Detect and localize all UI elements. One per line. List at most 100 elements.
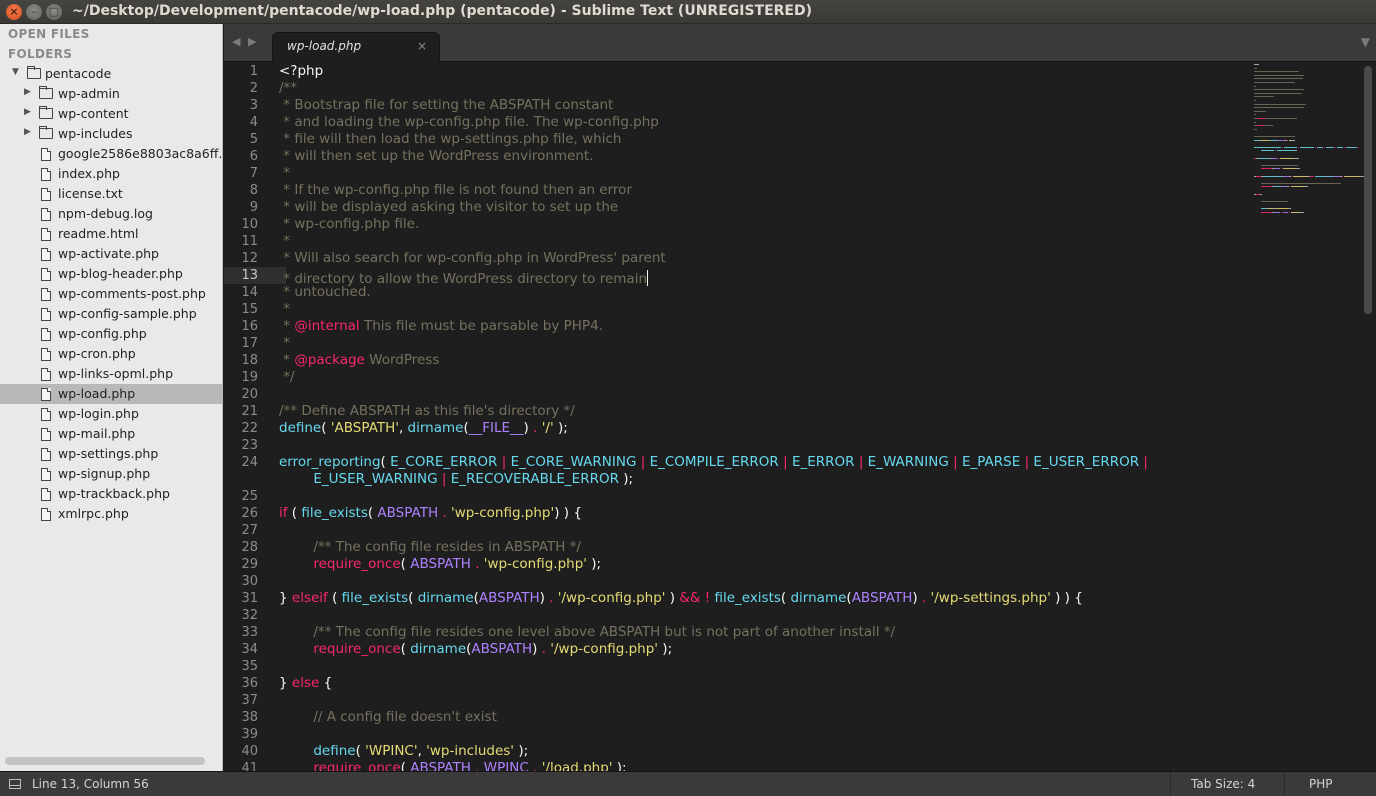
code-line[interactable]: * @package WordPress [279, 352, 439, 369]
sidebar-file[interactable]: npm-debug.log [0, 204, 222, 224]
window-maximize-button[interactable]: □ [46, 4, 62, 20]
file-icon [41, 488, 51, 501]
sidebar-file[interactable]: wp-login.php [0, 404, 222, 424]
sidebar-file[interactable]: wp-comments-post.php [0, 284, 222, 304]
tab-wp-load[interactable]: wp-load.php × [272, 32, 440, 62]
syntax-selector[interactable]: PHP [1284, 772, 1376, 796]
code-line[interactable]: E_USER_WARNING | E_RECOVERABLE_ERROR ); [279, 471, 633, 488]
code-line[interactable]: require_once( ABSPATH . 'wp-config.php' … [279, 556, 601, 573]
minimap-line [1310, 175, 1314, 177]
sidebar-scrollbar[interactable] [5, 757, 205, 765]
window-close-button[interactable]: × [6, 4, 22, 20]
sidebar-file[interactable]: wp-trackback.php [0, 484, 222, 504]
sidebar-file[interactable]: index.php [0, 164, 222, 184]
sidebar-file[interactable]: google2586e8803ac8a6ff.html [0, 144, 222, 164]
collapsed-arrow-icon[interactable]: ▶ [24, 87, 31, 97]
tab-close-icon[interactable]: × [417, 39, 427, 53]
code-line[interactable]: * [279, 165, 290, 182]
sidebar-folder[interactable]: ▶ wp-content [0, 104, 222, 124]
code-line[interactable]: * @internal This file must be parsable b… [279, 318, 603, 335]
tab-size-selector[interactable]: Tab Size: 4 [1170, 772, 1284, 796]
sidebar-file[interactable]: wp-config.php [0, 324, 222, 344]
sidebar-folder[interactable]: ▶ wp-admin [0, 84, 222, 104]
tab-list-dropdown-icon[interactable]: ▼ [1361, 35, 1370, 49]
line-number: 39 [241, 727, 258, 742]
folder-root-pentacode[interactable]: ▼ pentacode [0, 64, 222, 84]
minimap-line [1274, 168, 1280, 170]
code-editor[interactable]: 1 2 3 4 5 6 7 8 9 10 11 12 13 14 15 16 17 18 19 20 21 22 23 24 2… [224, 62, 1376, 771]
minimap[interactable] [1254, 62, 1365, 222]
sidebar-file[interactable]: xmlrpc.php [0, 504, 222, 524]
code-area[interactable]: <?php/** * Bootstrap file for setting th… [279, 62, 1259, 771]
minimap-line [1280, 157, 1294, 159]
code-line-current[interactable]: * directory to allow the WordPress direc… [279, 267, 649, 287]
minimap-line [1283, 168, 1297, 170]
line-number: 20 [241, 387, 258, 402]
sidebar-file[interactable]: wp-links-opml.php [0, 364, 222, 384]
collapsed-arrow-icon[interactable]: ▶ [24, 127, 31, 137]
window-minimize-button[interactable]: – [26, 4, 42, 20]
code-line[interactable]: * [279, 301, 290, 318]
line-number: 13 [224, 267, 286, 284]
file-icon [41, 348, 51, 361]
code-line[interactable]: error_reporting( E_CORE_ERROR | E_CORE_W… [279, 454, 1148, 471]
code-line[interactable]: * wp-config.php file. [279, 216, 419, 233]
editor-scrollbar[interactable] [1364, 66, 1372, 314]
code-line[interactable]: /** Define ABSPATH as this file's direct… [279, 403, 575, 420]
code-line[interactable]: /** The config file resides in ABSPATH *… [279, 539, 581, 556]
minimap-line [1275, 150, 1276, 152]
code-line[interactable]: * and loading the wp-config.php file. Th… [279, 114, 659, 131]
open-files-header[interactable]: OPEN FILES [8, 27, 90, 41]
code-line[interactable]: * If the wp-config.php file is not found… [279, 182, 632, 199]
code-line[interactable]: * will then set up the WordPress environ… [279, 148, 593, 165]
sidebar-file[interactable]: license.txt [0, 184, 222, 204]
code-line[interactable]: * Bootstrap file for setting the ABSPATH… [279, 97, 613, 114]
sidebar-file[interactable]: readme.html [0, 224, 222, 244]
code-line[interactable]: * [279, 335, 290, 352]
code-line[interactable]: * file will then load the wp-settings.ph… [279, 131, 621, 148]
minimap-line [1283, 211, 1288, 213]
code-line[interactable]: * untouched. [279, 284, 370, 301]
sidebar-file[interactable]: wp-load.php [0, 384, 222, 404]
code-line[interactable]: define( 'WPINC', 'wp-includes' ); [279, 743, 528, 760]
sidebar-file[interactable]: wp-blog-header.php [0, 264, 222, 284]
panel-toggle-icon[interactable] [9, 779, 21, 789]
code-line[interactable]: * will be displayed asking the visitor t… [279, 199, 618, 216]
tab-bar: ◀ ▶ wp-load.php × ▼ [224, 24, 1376, 62]
sidebar-item-label: wp-admin [58, 86, 120, 101]
tab-next-icon[interactable]: ▶ [248, 35, 256, 48]
code-line[interactable]: /** The config file resides one level ab… [279, 624, 895, 641]
sidebar-file[interactable]: wp-cron.php [0, 344, 222, 364]
code-line[interactable]: define( 'ABSPATH', dirname(__FILE__) . '… [279, 420, 568, 437]
folders-header[interactable]: FOLDERS [8, 47, 72, 61]
code-line[interactable]: require_once( ABSPATH . WPINC . '/load.p… [279, 760, 626, 771]
code-line[interactable]: */ [279, 369, 294, 386]
code-line[interactable]: } elseif ( file_exists( dirname(ABSPATH)… [279, 590, 1083, 607]
line-number: 26 [241, 506, 258, 521]
code-line[interactable]: * Will also search for wp-config.php in … [279, 250, 665, 267]
code-line[interactable]: * [279, 233, 290, 250]
code-line[interactable]: // A config file doesn't exist [279, 709, 497, 726]
code-line[interactable]: require_once( dirname(ABSPATH) . '/wp-co… [279, 641, 672, 658]
minimap-line [1278, 139, 1285, 141]
sidebar-file[interactable]: wp-mail.php [0, 424, 222, 444]
minimap-line [1293, 175, 1307, 177]
minimap-line [1261, 164, 1298, 166]
sidebar-folder[interactable]: ▶ wp-includes [0, 124, 222, 144]
sidebar-file[interactable]: wp-config-sample.php [0, 304, 222, 324]
sidebar-item-label: wp-settings.php [58, 446, 159, 461]
sidebar-file[interactable]: wp-signup.php [0, 464, 222, 484]
collapsed-arrow-icon[interactable]: ▶ [24, 107, 31, 117]
sidebar-file[interactable]: wp-activate.php [0, 244, 222, 264]
code-line[interactable]: } else { [279, 675, 332, 692]
folder-icon [39, 86, 53, 99]
sidebar-file[interactable]: wp-settings.php [0, 444, 222, 464]
line-number: 3 [249, 98, 258, 113]
code-line[interactable]: if ( file_exists( ABSPATH . 'wp-config.p… [279, 505, 582, 522]
file-icon [41, 508, 51, 521]
tab-prev-icon[interactable]: ◀ [232, 35, 240, 48]
minimap-line [1298, 146, 1299, 148]
code-line[interactable]: /** [279, 80, 297, 97]
code-line[interactable]: <?php [279, 63, 323, 80]
minimap-line [1291, 175, 1292, 177]
